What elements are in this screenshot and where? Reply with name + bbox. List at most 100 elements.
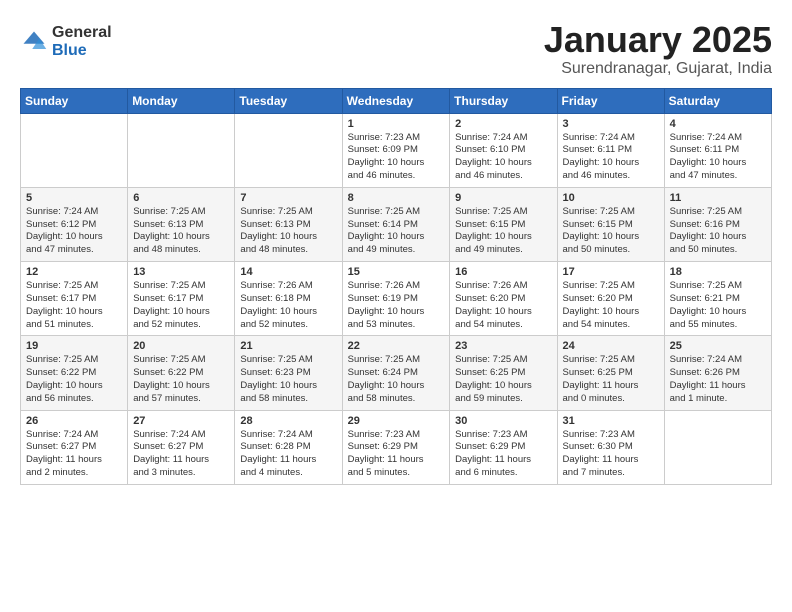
day-number: 26 <box>26 415 122 427</box>
day-number: 30 <box>455 415 551 427</box>
calendar-cell: 3 Sunrise: 7:24 AMSunset: 6:11 PMDaylight… <box>557 113 664 187</box>
day-number: 28 <box>240 415 336 427</box>
cell-content: Sunrise: 7:25 AMSunset: 6:20 PMDaylight:… <box>563 280 659 331</box>
cell-content: Sunrise: 7:24 AMSunset: 6:27 PMDaylight:… <box>133 429 229 480</box>
calendar-cell: 20Sunrise: 7:25 AMSunset: 6:22 PMDayligh… <box>128 336 235 410</box>
calendar-cell: 27 Sunrise: 7:24 AMSunset: 6:27 PMDayligh… <box>128 410 235 484</box>
calendar-cell: 25 Sunrise: 7:24 AMSunset: 6:26 PMDayligh… <box>664 336 771 410</box>
calendar-cell: 29 Sunrise: 7:23 AMSunset: 6:29 PMDayligh… <box>342 410 450 484</box>
day-number: 27 <box>133 415 229 427</box>
weekday-header-wednesday: Wednesday <box>342 88 450 113</box>
header: General Blue January 2025 Surendranagar,… <box>20 20 772 78</box>
cell-content: Sunrise: 7:25 AMSunset: 6:15 PMDaylight:… <box>455 206 551 257</box>
day-number: 3 <box>563 118 659 130</box>
calendar-cell: 10 Sunrise: 7:25 AMSunset: 6:15 PMDayligh… <box>557 187 664 261</box>
calendar-cell: 23 Sunrise: 7:25 AMSunset: 6:25 PMDayligh… <box>450 336 557 410</box>
cell-content: Sunrise: 7:24 AMSunset: 6:11 PMDaylight:… <box>563 132 659 183</box>
week-row-1: 1 Sunrise: 7:23 AMSunset: 6:09 PMDaylight… <box>21 113 772 187</box>
calendar-cell: 21 Sunrise: 7:25 AMSunset: 6:23 PMDayligh… <box>235 336 342 410</box>
day-number: 24 <box>563 340 659 352</box>
day-number: 1 <box>348 118 445 130</box>
day-number: 23 <box>455 340 551 352</box>
calendar-cell: 19Sunrise: 7:25 AMSunset: 6:22 PMDayligh… <box>21 336 128 410</box>
cell-content: Sunrise: 7:25 AMSunset: 6:13 PMDaylight:… <box>133 206 229 257</box>
calendar-cell: 17 Sunrise: 7:25 AMSunset: 6:20 PMDayligh… <box>557 262 664 336</box>
month-title: January 2025 <box>544 20 772 60</box>
cell-content: Sunrise: 7:25 AMSunset: 6:25 PMDaylight:… <box>455 354 551 405</box>
day-number: 18 <box>670 266 766 278</box>
cell-content: Sunrise: 7:25 AMSunset: 6:17 PMDaylight:… <box>133 280 229 331</box>
day-number: 2 <box>455 118 551 130</box>
day-number: 31 <box>563 415 659 427</box>
cell-content: Sunrise: 7:26 AMSunset: 6:18 PMDaylight:… <box>240 280 336 331</box>
week-row-2: 5Sunrise: 7:24 AMSunset: 6:12 PMDaylight… <box>21 187 772 261</box>
day-number: 16 <box>455 266 551 278</box>
weekday-header-friday: Friday <box>557 88 664 113</box>
calendar-cell: 26 Sunrise: 7:24 AMSunset: 6:27 PMDayligh… <box>21 410 128 484</box>
calendar-cell: 1 Sunrise: 7:23 AMSunset: 6:09 PMDaylight… <box>342 113 450 187</box>
calendar-cell: 9 Sunrise: 7:25 AMSunset: 6:15 PMDaylight… <box>450 187 557 261</box>
calendar-cell: 8 Sunrise: 7:25 AMSunset: 6:14 PMDaylight… <box>342 187 450 261</box>
calendar-cell: 22Sunrise: 7:25 AMSunset: 6:24 PMDayligh… <box>342 336 450 410</box>
day-number: 8 <box>348 192 445 204</box>
calendar-cell: 14Sunrise: 7:26 AMSunset: 6:18 PMDayligh… <box>235 262 342 336</box>
cell-content: Sunrise: 7:24 AMSunset: 6:26 PMDaylight:… <box>670 354 766 405</box>
weekday-header-row: SundayMondayTuesdayWednesdayThursdayFrid… <box>21 88 772 113</box>
cell-content: Sunrise: 7:25 AMSunset: 6:16 PMDaylight:… <box>670 206 766 257</box>
logo-text: General Blue <box>52 24 112 59</box>
week-row-4: 19Sunrise: 7:25 AMSunset: 6:22 PMDayligh… <box>21 336 772 410</box>
calendar-cell: 16Sunrise: 7:26 AMSunset: 6:20 PMDayligh… <box>450 262 557 336</box>
calendar-cell: 12Sunrise: 7:25 AMSunset: 6:17 PMDayligh… <box>21 262 128 336</box>
day-number: 25 <box>670 340 766 352</box>
calendar-cell: 6 Sunrise: 7:25 AMSunset: 6:13 PMDaylight… <box>128 187 235 261</box>
logo-blue-text: Blue <box>52 42 112 60</box>
day-number: 5 <box>26 192 122 204</box>
calendar-cell: 18 Sunrise: 7:25 AMSunset: 6:21 PMDayligh… <box>664 262 771 336</box>
cell-content: Sunrise: 7:24 AMSunset: 6:27 PMDaylight:… <box>26 429 122 480</box>
day-number: 21 <box>240 340 336 352</box>
logo: General Blue <box>20 24 112 59</box>
cell-content: Sunrise: 7:23 AMSunset: 6:29 PMDaylight:… <box>455 429 551 480</box>
cell-content: Sunrise: 7:26 AMSunset: 6:19 PMDaylight:… <box>348 280 445 331</box>
day-number: 29 <box>348 415 445 427</box>
day-number: 4 <box>670 118 766 130</box>
calendar-cell <box>128 113 235 187</box>
cell-content: Sunrise: 7:25 AMSunset: 6:23 PMDaylight:… <box>240 354 336 405</box>
week-row-3: 12Sunrise: 7:25 AMSunset: 6:17 PMDayligh… <box>21 262 772 336</box>
calendar-cell: 30 Sunrise: 7:23 AMSunset: 6:29 PMDayligh… <box>450 410 557 484</box>
cell-content: Sunrise: 7:25 AMSunset: 6:14 PMDaylight:… <box>348 206 445 257</box>
weekday-header-tuesday: Tuesday <box>235 88 342 113</box>
day-number: 10 <box>563 192 659 204</box>
calendar-cell: 15Sunrise: 7:26 AMSunset: 6:19 PMDayligh… <box>342 262 450 336</box>
cell-content: Sunrise: 7:23 AMSunset: 6:29 PMDaylight:… <box>348 429 445 480</box>
cell-content: Sunrise: 7:25 AMSunset: 6:17 PMDaylight:… <box>26 280 122 331</box>
calendar-cell: 11Sunrise: 7:25 AMSunset: 6:16 PMDayligh… <box>664 187 771 261</box>
cell-content: Sunrise: 7:23 AMSunset: 6:09 PMDaylight:… <box>348 132 445 183</box>
cell-content: Sunrise: 7:25 AMSunset: 6:15 PMDaylight:… <box>563 206 659 257</box>
location: Surendranagar, Gujarat, India <box>544 60 772 78</box>
calendar-cell <box>21 113 128 187</box>
day-number: 13 <box>133 266 229 278</box>
cell-content: Sunrise: 7:24 AMSunset: 6:28 PMDaylight:… <box>240 429 336 480</box>
calendar-cell: 31Sunrise: 7:23 AMSunset: 6:30 PMDayligh… <box>557 410 664 484</box>
weekday-header-thursday: Thursday <box>450 88 557 113</box>
calendar-cell <box>235 113 342 187</box>
cell-content: Sunrise: 7:25 AMSunset: 6:13 PMDaylight:… <box>240 206 336 257</box>
weekday-header-sunday: Sunday <box>21 88 128 113</box>
calendar-table: SundayMondayTuesdayWednesdayThursdayFrid… <box>20 88 772 485</box>
calendar-cell: 2Sunrise: 7:24 AMSunset: 6:10 PMDaylight… <box>450 113 557 187</box>
cell-content: Sunrise: 7:25 AMSunset: 6:24 PMDaylight:… <box>348 354 445 405</box>
calendar-cell: 24 Sunrise: 7:25 AMSunset: 6:25 PMDayligh… <box>557 336 664 410</box>
day-number: 20 <box>133 340 229 352</box>
weekday-header-saturday: Saturday <box>664 88 771 113</box>
weekday-header-monday: Monday <box>128 88 235 113</box>
cell-content: Sunrise: 7:25 AMSunset: 6:25 PMDaylight:… <box>563 354 659 405</box>
day-number: 6 <box>133 192 229 204</box>
calendar-cell: 28 Sunrise: 7:24 AMSunset: 6:28 PMDayligh… <box>235 410 342 484</box>
cell-content: Sunrise: 7:25 AMSunset: 6:21 PMDaylight:… <box>670 280 766 331</box>
calendar-cell: 5Sunrise: 7:24 AMSunset: 6:12 PMDaylight… <box>21 187 128 261</box>
day-number: 7 <box>240 192 336 204</box>
day-number: 9 <box>455 192 551 204</box>
day-number: 17 <box>563 266 659 278</box>
calendar-cell: 4Sunrise: 7:24 AMSunset: 6:11 PMDaylight… <box>664 113 771 187</box>
